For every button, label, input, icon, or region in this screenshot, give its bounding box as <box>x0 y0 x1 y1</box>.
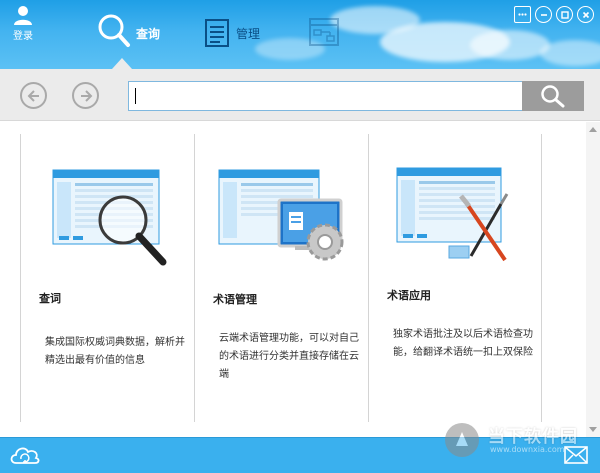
close-icon <box>582 11 589 18</box>
login-button[interactable]: 登录 <box>8 4 38 44</box>
document-list-icon <box>205 19 229 47</box>
magnifier-icon <box>98 14 130 47</box>
watermark-text: 当下软件园 <box>488 427 578 447</box>
tab-query[interactable]: 查询 <box>96 10 160 56</box>
search-toolbar <box>0 69 600 121</box>
card-description: 云端术语管理功能，可以对自己的术语进行分类并直接存储在云端 <box>219 333 359 380</box>
feature-card-lookup[interactable]: 查词 集成国际权威词典数据，解析并精选出最有价值的信息 <box>20 134 194 422</box>
restore-button[interactable] <box>556 6 573 23</box>
tab-apply[interactable] <box>304 10 348 56</box>
search-icon <box>541 85 565 108</box>
watermark-logo-icon <box>445 423 479 457</box>
tab-manage-label: 管理 <box>236 26 261 41</box>
watermark: 当下软件园 www.downxia.com <box>440 418 590 470</box>
feedback-button[interactable] <box>514 6 531 23</box>
magnifier-over-app-icon <box>52 169 167 266</box>
forward-button[interactable] <box>72 82 99 109</box>
card-title: 查词 <box>39 292 61 305</box>
watermark-url: www.downxia.com <box>490 445 565 454</box>
card-description: 独家术语批注及以后术语检查功能，给翻译术语统一扣上双保险 <box>393 329 533 358</box>
text-caret <box>135 88 136 104</box>
scroll-down-arrow[interactable] <box>589 427 597 432</box>
gear-over-app-icon <box>218 169 344 261</box>
tab-query-label: 查询 <box>136 26 161 41</box>
forward-arrow-icon <box>80 89 92 102</box>
feature-card-term-application[interactable]: 术语应用 独家术语批注及以后术语检查功能，给翻译术语统一扣上双保险 <box>368 134 542 422</box>
feature-panel: 查词 集成国际权威词典数据，解析并精选出最有价值的信息 术语管理 云端术语管理功… <box>0 122 600 437</box>
cloud-decoration <box>540 40 600 66</box>
back-arrow-icon <box>27 89 39 102</box>
feedback-icon <box>518 13 527 16</box>
cloud-decoration <box>470 30 550 60</box>
minimize-button[interactable] <box>535 6 552 23</box>
user-icon <box>14 6 32 25</box>
title-bar: 登录 查询 管理 <box>0 0 600 69</box>
card-title: 术语应用 <box>387 289 431 302</box>
login-label: 登录 <box>13 31 33 42</box>
search-button[interactable] <box>522 81 584 111</box>
close-button[interactable] <box>577 6 594 23</box>
restore-icon <box>560 10 569 19</box>
card-description: 集成国际权威词典数据，解析并精选出最有价值的信息 <box>45 337 185 366</box>
tab-manage[interactable]: 管理 <box>202 10 260 56</box>
back-button[interactable] <box>20 82 47 109</box>
feature-card-term-management[interactable]: 术语管理 云端术语管理功能，可以对自己的术语进行分类并直接存储在云端 <box>194 134 368 422</box>
window-controls <box>514 6 594 23</box>
active-tab-pointer <box>112 58 132 69</box>
card-title: 术语管理 <box>213 293 257 306</box>
scroll-up-arrow[interactable] <box>589 127 597 132</box>
brush-over-app-icon <box>396 167 509 262</box>
minimize-icon <box>540 13 547 16</box>
vertical-scrollbar[interactable] <box>586 122 600 437</box>
search-input[interactable] <box>128 81 523 111</box>
workflow-icon <box>309 18 339 46</box>
cloud-sync-icon[interactable] <box>8 443 42 467</box>
